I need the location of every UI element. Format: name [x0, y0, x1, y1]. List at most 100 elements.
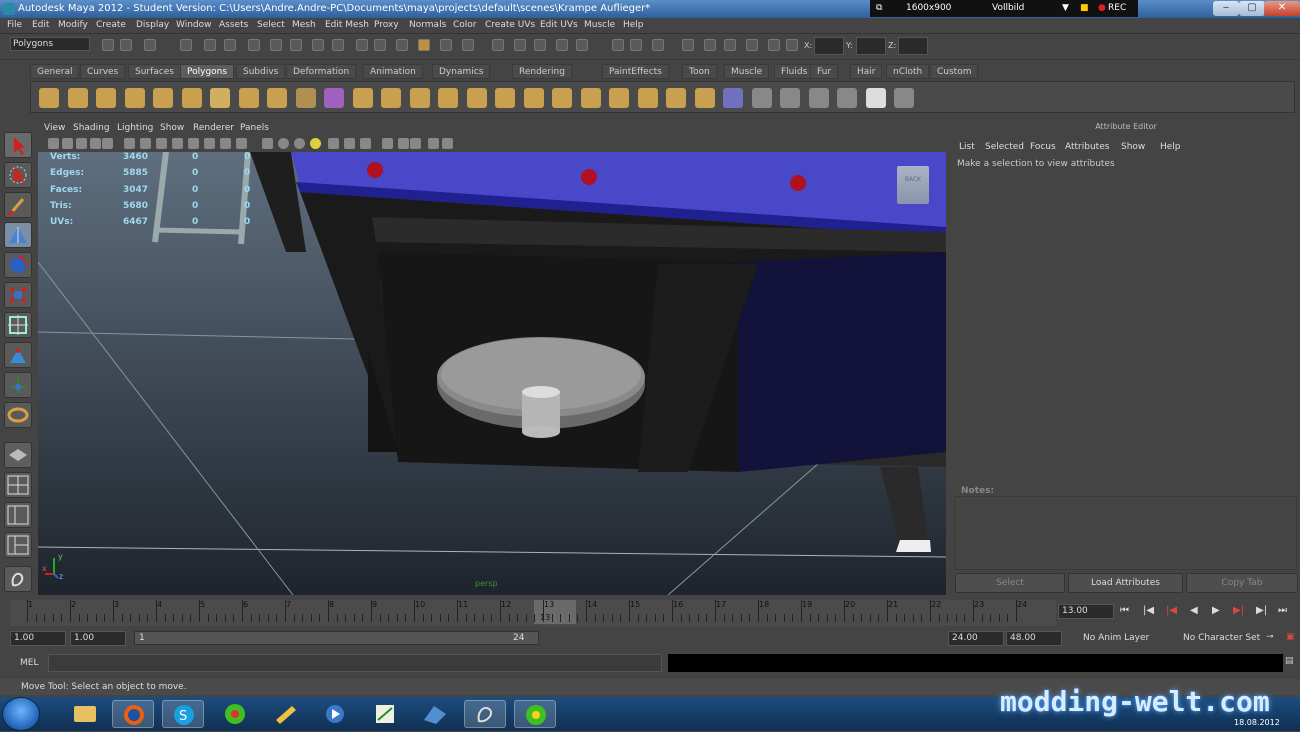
- shelf-tab-painteffects[interactable]: PaintEffects: [602, 64, 669, 79]
- shelf-poly-tool-icon[interactable]: [523, 88, 544, 108]
- shelf-poly-tool-icon[interactable]: [837, 88, 857, 108]
- shelf-tab-fur[interactable]: Fur: [810, 64, 839, 79]
- record-dot-icon[interactable]: ●: [1098, 3, 1106, 13]
- play-backwards-icon[interactable]: ◀: [1190, 605, 1198, 616]
- rotate-tool-icon[interactable]: [4, 252, 32, 278]
- status-tool-icon[interactable]: [418, 39, 430, 51]
- status-tool-icon[interactable]: [630, 39, 642, 51]
- viewport-menu-lighting[interactable]: Lighting: [117, 123, 153, 133]
- show-manipulator-icon[interactable]: [4, 372, 32, 398]
- menu-help[interactable]: Help: [623, 20, 644, 30]
- status-tool-icon[interactable]: [396, 39, 408, 51]
- shelf-tab-hair[interactable]: Hair: [850, 64, 883, 79]
- select-button[interactable]: Select: [955, 573, 1065, 593]
- shelf-poly-tool-icon[interactable]: [352, 88, 373, 108]
- animation-end-field[interactable]: 48.00: [1006, 631, 1062, 646]
- menu-create-uvs[interactable]: Create UVs: [485, 20, 535, 30]
- icq-taskbar-icon[interactable]: [214, 700, 256, 728]
- shelf-poly-tool-icon[interactable]: [267, 88, 287, 108]
- shelf-tab-general[interactable]: General: [30, 64, 80, 79]
- y-field[interactable]: [856, 37, 886, 55]
- viewport-tool-icon[interactable]: [140, 138, 151, 149]
- menu-modify[interactable]: Modify: [58, 20, 88, 30]
- status-tool-icon[interactable]: [514, 39, 526, 51]
- shelf-tab-fluids[interactable]: Fluids: [774, 64, 815, 79]
- status-tool-icon[interactable]: [440, 39, 452, 51]
- shelf-tab-curves[interactable]: Curves: [80, 64, 126, 79]
- menu-select[interactable]: Select: [257, 20, 285, 30]
- status-tool-icon[interactable]: [768, 39, 780, 51]
- viewport-tool-icon[interactable]: [428, 138, 439, 149]
- status-tool-icon[interactable]: [312, 39, 324, 51]
- viewport-tool-icon[interactable]: [328, 138, 339, 149]
- script-editor-icon[interactable]: ▤: [1285, 656, 1294, 666]
- status-tool-icon[interactable]: [102, 39, 114, 51]
- paint-select-tool-icon[interactable]: [4, 192, 32, 218]
- viewport-tool-icon[interactable]: [262, 138, 273, 149]
- menu-edit[interactable]: Edit: [32, 20, 49, 30]
- viewport-tool-icon[interactable]: [204, 138, 215, 149]
- shelf-tab-animation[interactable]: Animation: [363, 64, 423, 79]
- soft-modification-icon[interactable]: [4, 342, 32, 368]
- icq-active-taskbar-icon[interactable]: [514, 700, 556, 728]
- shelf-poly-tool-icon[interactable]: [153, 88, 173, 108]
- shelf-tab-ncloth[interactable]: nCloth: [886, 64, 930, 79]
- four-pane-layout-icon[interactable]: [4, 472, 32, 498]
- status-tool-icon[interactable]: [144, 39, 156, 51]
- shelf-tab-subdivs[interactable]: Subdivs: [236, 64, 286, 79]
- view-cube[interactable]: BACK: [897, 166, 929, 204]
- menu-display[interactable]: Display: [136, 20, 169, 30]
- recorder-icon[interactable]: ⧉: [876, 3, 882, 13]
- status-tool-icon[interactable]: [224, 39, 236, 51]
- shelf-poly-tool-icon[interactable]: [438, 88, 458, 108]
- time-slider[interactable]: 13 1 2 3 4 5 6 7 8 9 10 11 12 13 14 15 16 17 18 19 20 21 22 23…: [10, 600, 1056, 626]
- shelf-poly-tool-icon[interactable]: [96, 88, 116, 108]
- key-icon[interactable]: ⊸: [1266, 632, 1274, 642]
- status-tool-icon[interactable]: [576, 39, 588, 51]
- viewport-tool-icon[interactable]: [310, 138, 321, 149]
- viewport-tool-icon[interactable]: [220, 138, 231, 149]
- shelf-poly-tool-icon[interactable]: [39, 88, 59, 108]
- go-to-end-icon[interactable]: ⏭: [1278, 605, 1287, 616]
- menu-normals[interactable]: Normals: [409, 20, 446, 30]
- status-tool-icon[interactable]: [612, 39, 624, 51]
- viewport-tool-icon[interactable]: [62, 138, 73, 149]
- playback-start-field[interactable]: 1.00: [70, 631, 126, 646]
- shelf-tab-dynamics[interactable]: Dynamics: [432, 64, 491, 79]
- range-slider[interactable]: 1 24: [134, 631, 539, 645]
- step-back-key-icon[interactable]: |◀: [1143, 605, 1154, 616]
- dropdown-arrow-icon[interactable]: ▼: [1062, 3, 1069, 13]
- viewport-tool-icon[interactable]: [294, 138, 305, 149]
- single-pane-layout-icon[interactable]: [4, 442, 32, 468]
- go-to-start-icon[interactable]: ⏮: [1120, 605, 1129, 616]
- status-tool-icon[interactable]: [534, 39, 546, 51]
- start-button[interactable]: [2, 697, 40, 731]
- status-tool-icon[interactable]: [374, 39, 386, 51]
- shelf-poly-tool-icon[interactable]: [609, 88, 629, 108]
- explorer-taskbar-icon[interactable]: [64, 700, 106, 728]
- tool-taskbar-icon[interactable]: [264, 700, 306, 728]
- viewport-menu-show[interactable]: Show: [160, 123, 184, 133]
- shelf-poly-tool-icon[interactable]: [808, 88, 829, 108]
- animation-start-field[interactable]: 1.00: [10, 631, 66, 646]
- status-tool-icon[interactable]: [786, 39, 798, 51]
- viewport-tool-icon[interactable]: [102, 138, 113, 149]
- preferences-icon[interactable]: ▣: [1286, 632, 1295, 642]
- viewport-tool-icon[interactable]: [76, 138, 87, 149]
- z-field[interactable]: [898, 37, 928, 55]
- menu-edit-mesh[interactable]: Edit Mesh: [325, 20, 369, 30]
- viewport-tool-icon[interactable]: [410, 138, 421, 149]
- status-tool-icon[interactable]: [270, 39, 282, 51]
- menu-create[interactable]: Create: [96, 20, 126, 30]
- viewport-menu-panels[interactable]: Panels: [240, 123, 269, 133]
- skype-taskbar-icon[interactable]: S: [162, 700, 204, 728]
- shelf-poly-tool-icon[interactable]: [124, 88, 145, 108]
- status-tool-icon[interactable]: [180, 39, 192, 51]
- shelf-poly-tool-icon[interactable]: [324, 88, 344, 108]
- viewport-tool-icon[interactable]: [442, 138, 453, 149]
- menu-assets[interactable]: Assets: [219, 20, 248, 30]
- menu-file[interactable]: File: [7, 20, 22, 30]
- mel-input-field[interactable]: [48, 654, 662, 672]
- select-tool-icon[interactable]: [4, 132, 32, 158]
- load-attributes-button[interactable]: Load Attributes: [1068, 573, 1183, 593]
